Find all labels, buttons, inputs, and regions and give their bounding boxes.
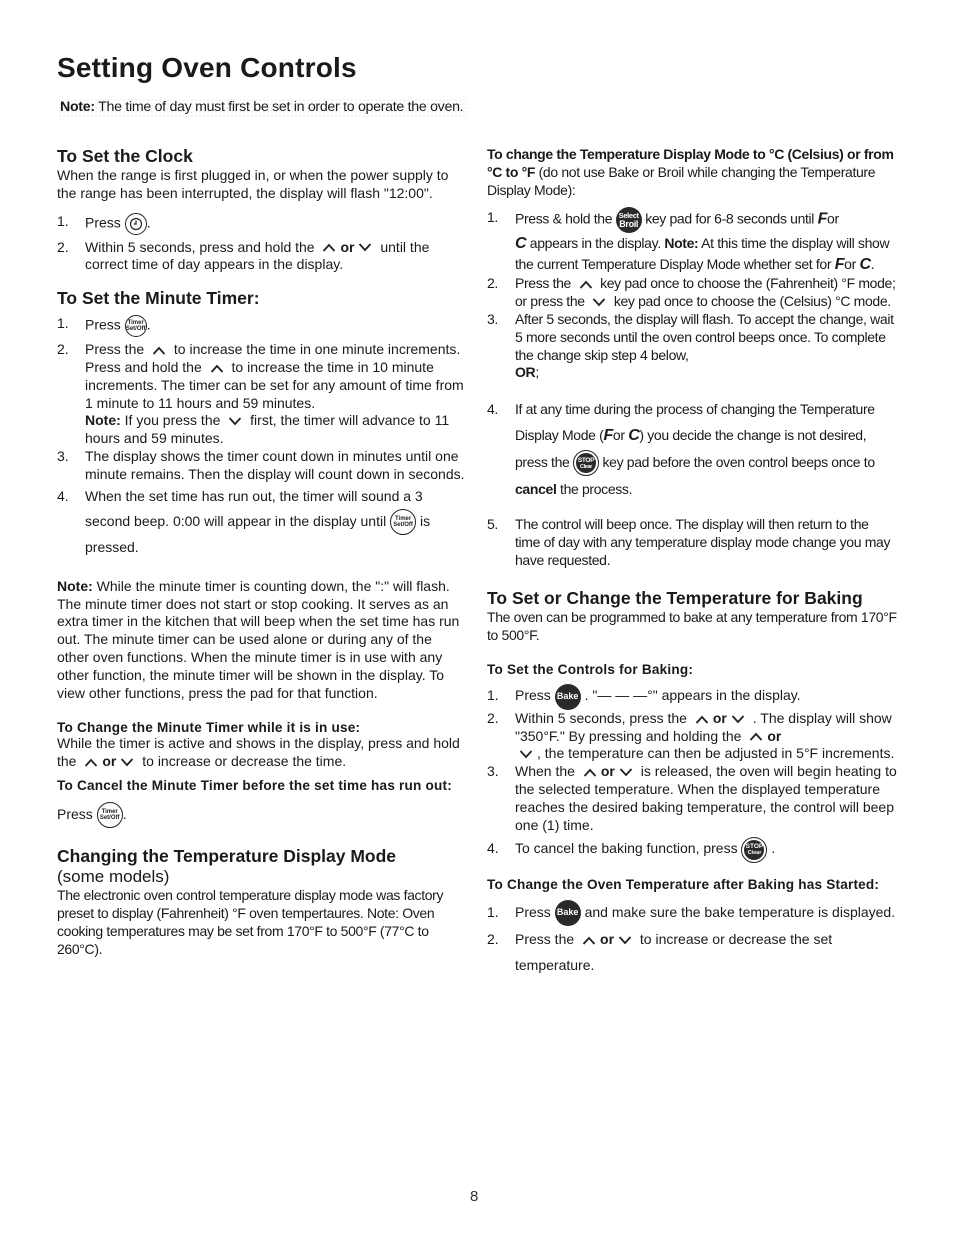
baking-steps: 1. Press Bake . "— — —°" appears in the … xyxy=(487,683,897,863)
list-item: 4. To cancel the baking function, press … xyxy=(487,834,897,863)
baking-heading: To Set or Change the Temperature for Bak… xyxy=(487,587,863,608)
stop-clear-icon: STOP Clear xyxy=(572,450,599,477)
up-arrow-icon xyxy=(85,758,98,767)
change-mode-heading: To change the Temperature Display Mode t… xyxy=(487,146,894,198)
left-column: To Set the Clock When the range is first… xyxy=(57,146,467,959)
down-arrow-icon xyxy=(229,417,242,426)
list-item: 4. If at any time during the process of … xyxy=(487,401,875,498)
down-arrow-icon xyxy=(619,768,632,777)
list-item: 1. Press & hold the Select Broil key pad … xyxy=(487,207,890,274)
up-arrow-icon xyxy=(695,715,709,724)
list-item: 2. Press the to increase the time in one… xyxy=(57,341,464,447)
change-mode-steps: 1. Press & hold the Select Broil key pad … xyxy=(487,207,897,569)
change-timer-text: While the timer is active and shows in t… xyxy=(57,735,460,770)
page-number: 8 xyxy=(470,1188,479,1205)
list-item: 4. When the set time has run out, the ti… xyxy=(57,487,431,555)
list-item: 1. Press . xyxy=(57,212,467,235)
display-c-glyph: C xyxy=(859,256,871,274)
display-c-glyph: C xyxy=(515,235,527,253)
set-clock-steps: 1. Press . 2. Within 5 seconds, press an… xyxy=(57,212,467,275)
set-clock-intro: When the range is first plugged in, or w… xyxy=(57,167,449,201)
list-item: 1. Press Bake and make sure the bake tem… xyxy=(487,899,897,926)
bake-icon: Bake xyxy=(554,899,581,926)
list-item: 2. Press the key pad once to choose the … xyxy=(487,275,896,310)
list-item: 3. After 5 seconds, the display will fla… xyxy=(487,310,894,381)
timer-set-off-icon: Timer Set/Off xyxy=(390,508,417,535)
minute-timer-note: Note: While the minute timer is counting… xyxy=(57,577,460,701)
list-item: 3. When the or is released, the oven wil… xyxy=(487,763,897,833)
note-box: Note: The time of day must first be set … xyxy=(58,98,468,118)
up-arrow-icon xyxy=(583,768,596,777)
select-broil-icon: Select Broil xyxy=(615,207,642,234)
after-baking-heading: To Change the Oven Temperature after Bak… xyxy=(487,876,880,892)
display-f-glyph: F xyxy=(817,211,828,229)
up-arrow-icon xyxy=(582,936,596,945)
timer-set-off-icon: Timer Set/Off xyxy=(96,802,123,829)
list-item: 5. The control will beep once. The displ… xyxy=(487,516,891,569)
set-clock-heading: To Set the Clock xyxy=(57,146,193,166)
down-arrow-icon xyxy=(618,936,632,945)
up-arrow-icon xyxy=(750,733,763,741)
right-column: To change the Temperature Display Mode t… xyxy=(487,146,897,978)
minute-timer-heading: To Set the Minute Timer: xyxy=(57,288,260,309)
display-f-glyph: F xyxy=(603,427,613,445)
down-arrow-icon xyxy=(593,298,606,307)
list-item: 2. Press the or to increase or decrease … xyxy=(487,930,833,973)
note-label: Note: xyxy=(60,99,95,115)
cancel-timer-text: To Cancel the Minute Timer before the se… xyxy=(57,771,467,829)
display-c-glyph: C xyxy=(628,427,640,445)
stop-clear-icon: STOP Clear xyxy=(741,836,768,863)
page-title: Setting Oven Controls xyxy=(57,52,357,83)
change-timer-heading: To Change the Minute Timer while it is i… xyxy=(57,720,361,736)
list-item: 1. Press Bake . "— — —°" appears in the … xyxy=(487,683,897,710)
up-arrow-icon xyxy=(579,280,592,289)
after-baking-steps: 1. Press Bake and make sure the bake tem… xyxy=(487,899,897,978)
minute-timer-steps: 1. Press Timer Set/Off. 2. Press the to i… xyxy=(57,315,467,560)
down-arrow-icon xyxy=(359,243,372,252)
down-arrow-icon xyxy=(121,758,134,767)
temp-display-subheading: (some models) xyxy=(57,867,170,887)
list-item: 2. Within 5 seconds, press the or . The … xyxy=(487,709,895,762)
temp-display-intro: The electronic oven control temperature … xyxy=(57,887,444,957)
up-arrow-icon xyxy=(152,346,166,355)
temp-display-heading: Changing the Temperature Display Mode xyxy=(57,846,397,867)
down-arrow-icon xyxy=(519,750,533,759)
timer-set-off-icon: Timer Set/Off xyxy=(124,315,147,338)
bake-icon: Bake xyxy=(554,683,581,710)
controls-for-baking-heading: To Set the Controls for Baking: xyxy=(487,662,694,678)
up-arrow-icon xyxy=(323,244,336,252)
display-f-glyph: F xyxy=(834,256,845,274)
baking-intro: The oven can be programmed to bake at an… xyxy=(487,608,897,643)
list-item: 2. Within 5 seconds, press and hold the … xyxy=(57,238,430,273)
cancel-timer-heading: To Cancel the Minute Timer before the se… xyxy=(57,778,452,794)
note-text: The time of day must first be set in ord… xyxy=(94,99,464,115)
up-arrow-icon xyxy=(210,364,223,373)
down-arrow-icon xyxy=(731,714,745,723)
clock-icon xyxy=(124,212,147,235)
list-item: 1. Press Timer Set/Off. xyxy=(57,315,467,338)
list-item: 3. The display shows the timer count dow… xyxy=(57,447,465,482)
